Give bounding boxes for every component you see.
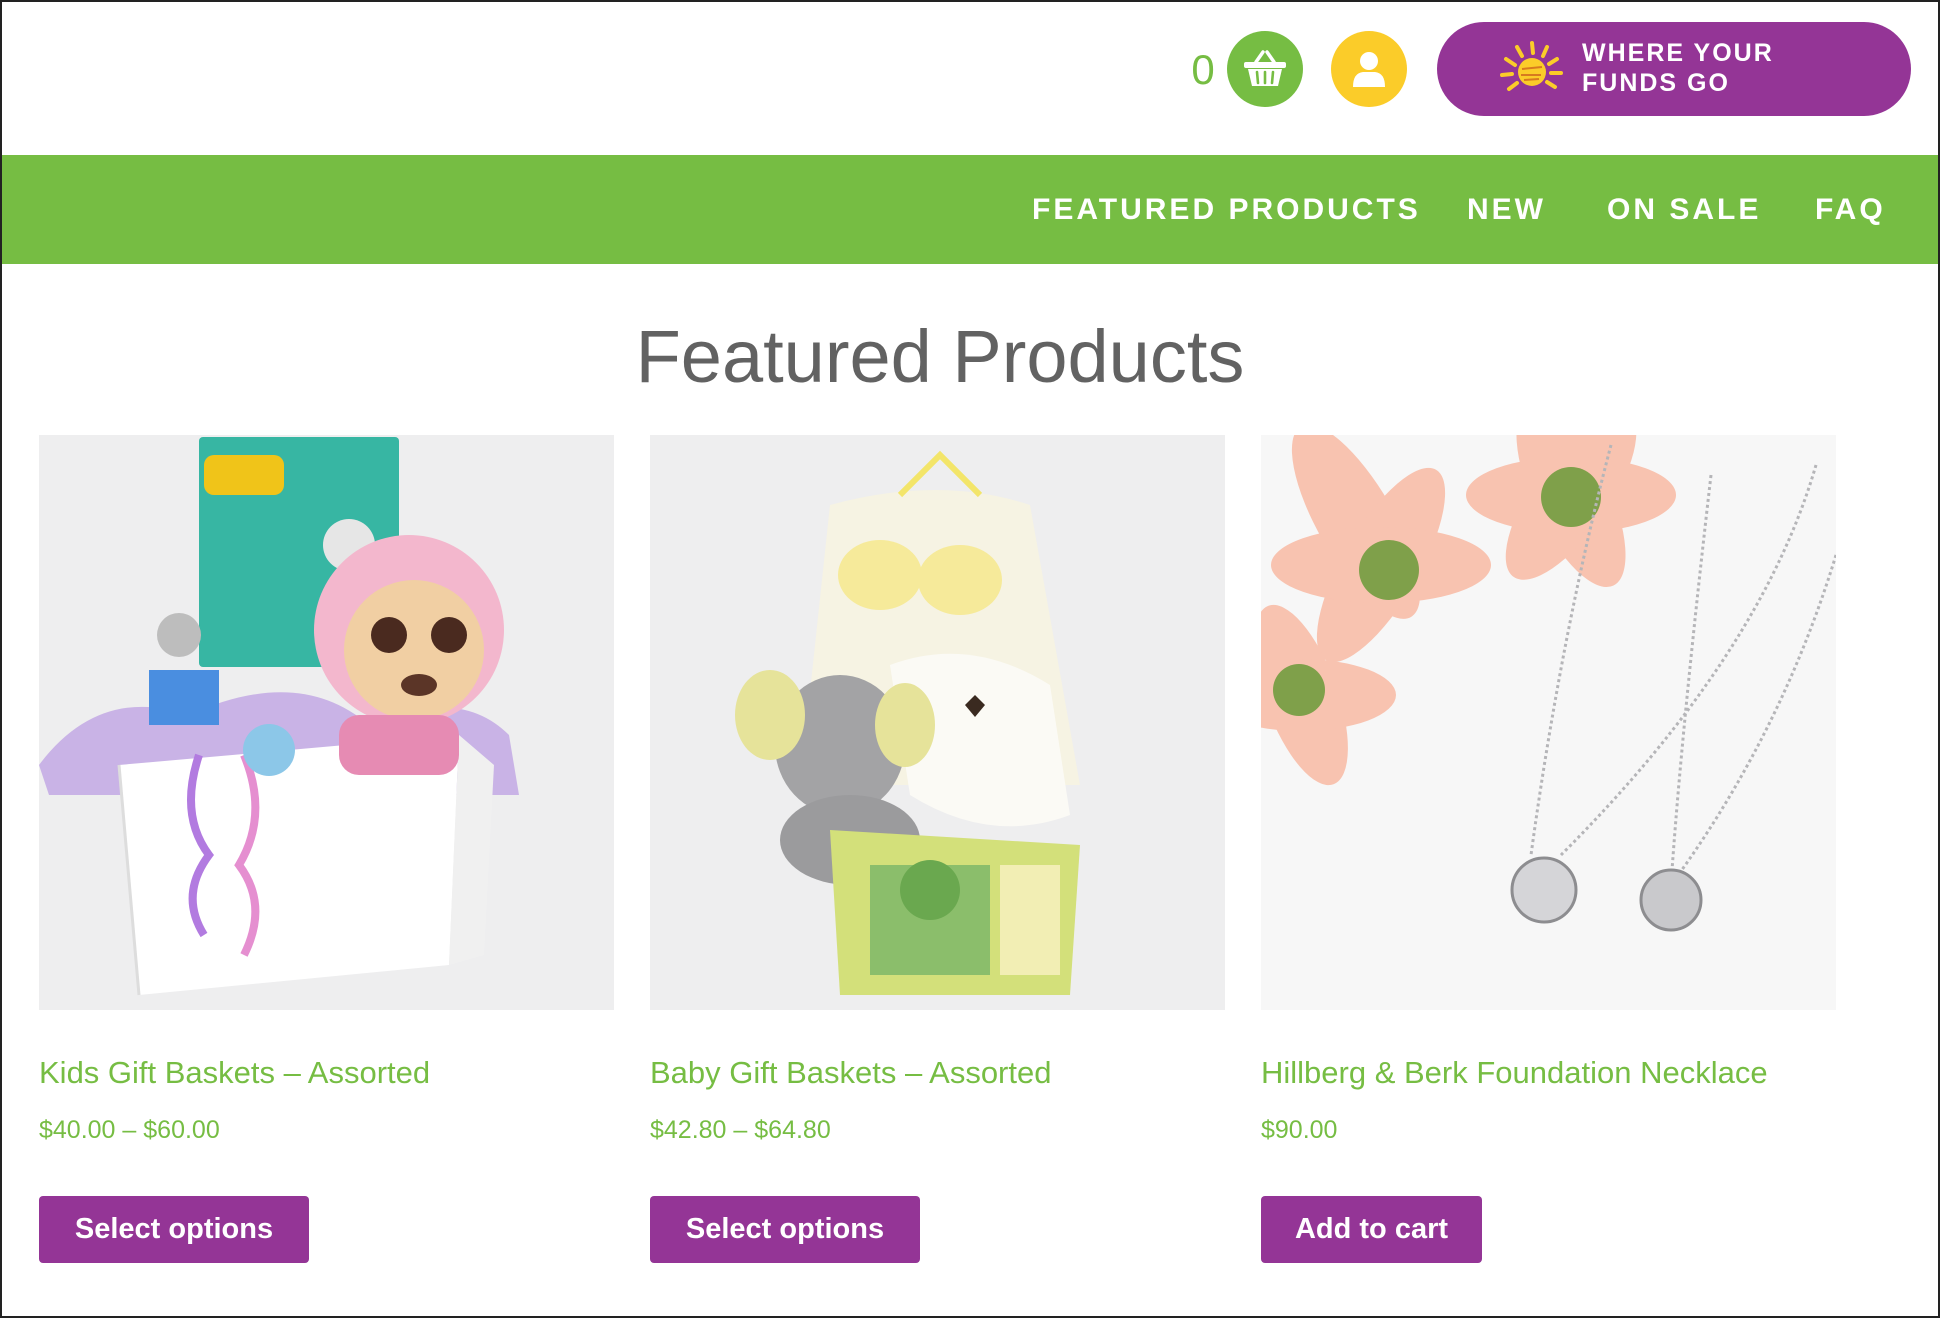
necklace-image	[1261, 435, 1836, 1010]
product-image-baby-gift-basket[interactable]	[650, 435, 1225, 1010]
product-title-baby-gift-basket[interactable]: Baby Gift Baskets – Assorted	[650, 1050, 1051, 1096]
product-image-foundation-necklace[interactable]	[1261, 435, 1836, 1010]
account-button[interactable]	[1331, 31, 1407, 107]
user-icon	[1353, 52, 1385, 87]
where-your-funds-go-button[interactable]: WHERE YOUR FUNDS GO	[1437, 22, 1911, 116]
add-to-cart-button-necklace[interactable]: Add to cart	[1261, 1196, 1482, 1263]
main-nav: FEATURED PRODUCTS NEW ON SALE FAQ	[2, 155, 1938, 264]
funds-label-line2: FUNDS GO	[1582, 69, 1730, 97]
funds-label-line1: WHERE YOUR	[1582, 39, 1774, 67]
nav-item-featured-products[interactable]: FEATURED PRODUCTS	[1032, 185, 1421, 235]
cart-count: 0	[1191, 46, 1215, 93]
site-header: 0 WHERE YOUR FUNDS GO	[0, 0, 1940, 155]
nav-item-new[interactable]: NEW	[1467, 185, 1546, 235]
basket-icon	[1244, 50, 1286, 86]
product-title-kids-gift-basket[interactable]: Kids Gift Baskets – Assorted	[39, 1050, 430, 1096]
select-options-button-baby[interactable]: Select options	[650, 1196, 920, 1263]
product-image-kids-gift-basket[interactable]	[39, 435, 614, 1010]
product-title-foundation-necklace[interactable]: Hillberg & Berk Foundation Necklace	[1261, 1050, 1768, 1096]
kids-gift-basket-image	[39, 435, 614, 1010]
cart-button[interactable]	[1227, 31, 1303, 107]
product-price-foundation-necklace: $90.00	[1261, 1116, 1338, 1144]
funds-button-label: WHERE YOUR FUNDS GO	[1582, 38, 1892, 98]
product-price-kids-gift-basket: $40.00 – $60.00	[39, 1116, 220, 1144]
nav-item-faq[interactable]: FAQ	[1815, 185, 1886, 235]
nav-item-on-sale[interactable]: ON SALE	[1607, 185, 1761, 235]
page-title: Featured Products	[635, 315, 1245, 398]
product-price-baby-gift-basket: $42.80 – $64.80	[650, 1116, 831, 1144]
sun-logo-icon	[1500, 41, 1563, 91]
select-options-button-kids[interactable]: Select options	[39, 1196, 309, 1263]
baby-gift-basket-image	[650, 435, 1225, 1010]
